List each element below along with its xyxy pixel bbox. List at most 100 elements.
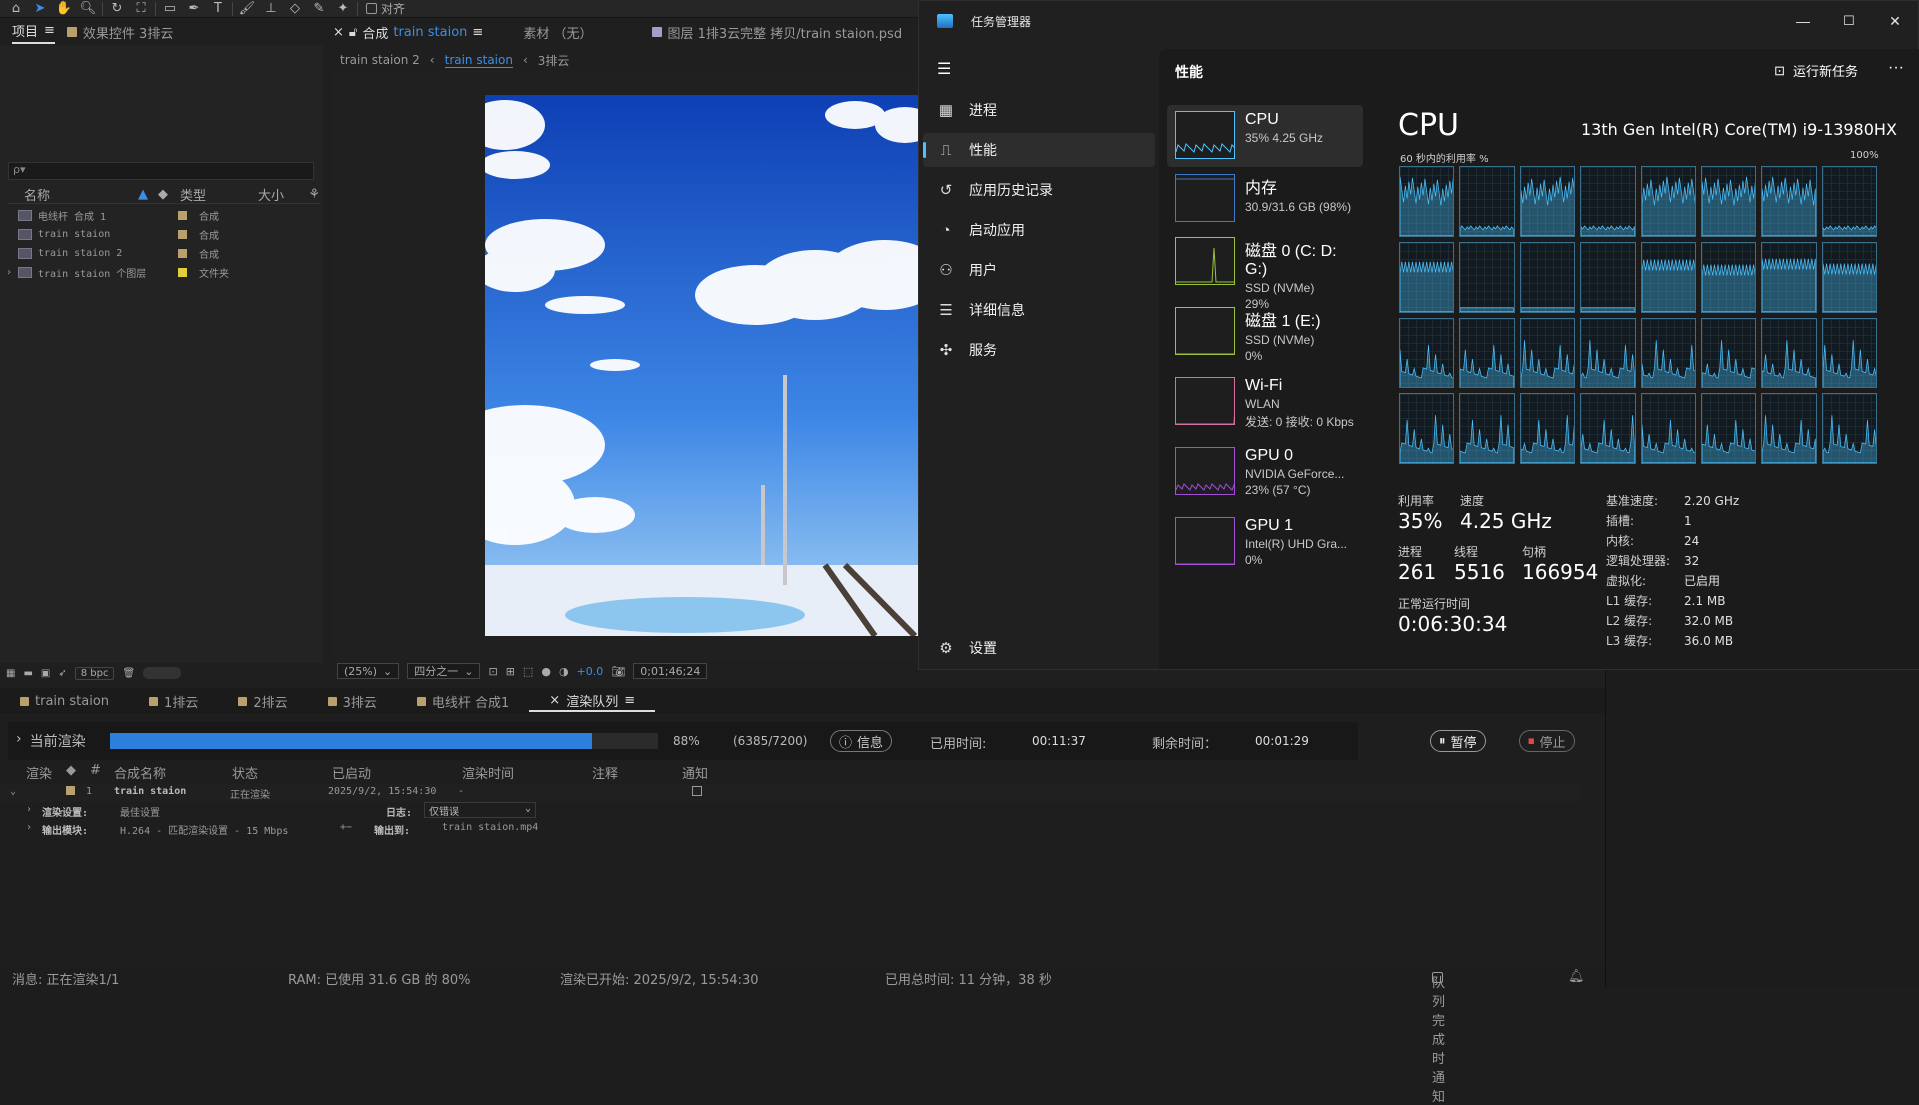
run-new-task-button[interactable]: ⊡ 运行新任务 (1774, 61, 1858, 80)
nav-item[interactable]: ⚇ 用户 (923, 253, 1155, 287)
project-item[interactable]: › train staion 个图层 文件夹 (0, 263, 323, 282)
exposure-value[interactable]: +0.0 (577, 665, 604, 678)
nav-item[interactable]: ▦ 进程 (923, 93, 1155, 127)
thumbnail-slider[interactable] (143, 667, 182, 679)
tab-timeline[interactable]: 3排云 (308, 692, 397, 711)
pen-tool-icon[interactable]: ✒ (184, 1, 204, 17)
pause-button[interactable]: ⏸ 暂停 (1430, 730, 1486, 752)
chevron-right-icon[interactable]: › (26, 822, 32, 833)
close-icon[interactable]: × (549, 693, 560, 708)
zoom-tool-icon[interactable]: 🔍︎ (78, 1, 98, 17)
tab-layer[interactable]: 图层 1排3云完整 拷贝/train staion.psd (652, 23, 902, 42)
tab-timeline[interactable]: 电线杆 合成1 (397, 692, 529, 711)
tab-composition[interactable]: × 🔓︎ 合成 train staion ≡ (333, 23, 483, 42)
align-checkbox[interactable]: 对齐 (366, 0, 405, 17)
rotate-tool-icon[interactable]: ↻ (107, 1, 127, 17)
menu-icon[interactable]: ≡ (44, 23, 55, 38)
tab-project[interactable]: 项目 ≡ (12, 21, 55, 44)
bpc-button[interactable]: 8 bpc (74, 666, 115, 680)
interpret-footage-icon[interactable]: ▦ (6, 668, 15, 679)
project-item[interactable]: 电线杆 合成 1 合成 (0, 206, 323, 225)
label-column-icon[interactable]: ◆ (158, 187, 180, 202)
puppet-tool-icon[interactable]: ✦ (333, 1, 353, 17)
timecode[interactable]: 0;01;46;24 (633, 663, 708, 679)
tab-effect-controls[interactable]: 效果控件 3排云 (66, 23, 173, 42)
new-comp-icon[interactable]: ▣ (41, 668, 50, 679)
bell-icon[interactable]: 🔔︎ (1568, 969, 1585, 984)
tab-timeline[interactable]: train staion (0, 694, 129, 709)
maximize-icon[interactable]: ☐ (1826, 13, 1872, 29)
breadcrumb-item[interactable]: train staion 2 (340, 53, 420, 67)
nav-item[interactable]: ⎍ 性能 (923, 133, 1155, 167)
resolution-select[interactable]: 四分之一 ⌄ (407, 663, 481, 679)
stamp-tool-icon[interactable]: ⊥ (261, 1, 281, 17)
lock-icon[interactable]: 🔓︎ (349, 25, 357, 40)
column-size[interactable]: 大小 (258, 185, 298, 204)
log-select[interactable]: 仅错误 ⌄ (424, 802, 536, 818)
breadcrumb-item[interactable]: 3排云 (538, 52, 570, 69)
resource-card[interactable]: GPU 0 NVIDIA GeForce... 23% (57 °C) (1167, 441, 1363, 503)
menu-icon[interactable]: ≡ (624, 693, 635, 708)
render-icon[interactable]: ➶ (58, 668, 66, 679)
shape-tool-icon[interactable]: ▭ (160, 1, 180, 17)
col-comp[interactable]: 合成名称 (114, 763, 166, 782)
home-icon[interactable]: ⌂ (6, 1, 26, 17)
sort-asc-icon[interactable]: ▲ (138, 187, 158, 202)
add-icon[interactable]: +− (340, 822, 352, 833)
nav-item[interactable]: ↺ 应用历史记录 (923, 173, 1155, 207)
col-num[interactable]: # (90, 763, 101, 778)
resource-card[interactable]: 磁盘 1 (E:) SSD (NVMe) 0% (1167, 301, 1363, 363)
new-folder-icon[interactable]: ▬ (23, 668, 32, 679)
eraser-tool-icon[interactable]: ◇ (285, 1, 305, 17)
output-module-value[interactable]: H.264 - 匹配渲染设置 - 15 Mbps (120, 822, 288, 837)
notify-checkbox[interactable] (692, 786, 702, 796)
nav-item[interactable]: ☰ 详细信息 (923, 293, 1155, 327)
col-comment[interactable]: 注释 (592, 763, 618, 782)
project-search-input[interactable]: ρ▾ (8, 162, 314, 180)
column-type[interactable]: 类型 (180, 185, 258, 204)
output-to-value[interactable]: train staion.mp4 (442, 822, 538, 833)
current-render-label[interactable]: › 当前渲染 (16, 731, 86, 751)
flowchart-icon[interactable]: ⚘ (308, 187, 320, 202)
col-render[interactable]: 渲染 (26, 763, 52, 782)
region-icon[interactable]: ⊡ (488, 665, 497, 678)
trash-icon[interactable]: 🗑︎ (122, 668, 135, 679)
nav-item[interactable]: ✣ 服务 (923, 333, 1155, 367)
resource-card[interactable]: 内存 30.9/31.6 GB (98%) (1167, 168, 1363, 230)
label-column-icon[interactable]: ◆ (66, 763, 76, 778)
queue-row[interactable]: ⌄ 1 train staion 正在渲染 2025/9/2, 15:54:30… (0, 784, 1580, 802)
exposure-icon[interactable]: ◑ (559, 665, 569, 678)
project-item[interactable]: train staion 合成 (0, 225, 323, 244)
type-tool-icon[interactable]: T (208, 1, 228, 17)
tab-footage[interactable]: 素材 （无） (523, 23, 592, 42)
project-item[interactable]: train staion 2 合成 (0, 244, 323, 263)
resource-card[interactable]: GPU 1 Intel(R) UHD Gra... 0% (1167, 511, 1363, 573)
hamburger-icon[interactable]: ☰ (937, 59, 951, 79)
settings-nav[interactable]: ⚙ 设置 (923, 631, 1155, 665)
col-notify[interactable]: 通知 (682, 763, 708, 782)
info-button[interactable]: ⓘ 信息 (830, 730, 893, 752)
mask-icon[interactable]: ⬚ (523, 665, 533, 678)
col-status[interactable]: 状态 (232, 763, 258, 782)
nav-item[interactable]: ◔ 启动应用 (923, 213, 1155, 247)
tab-timeline[interactable]: × 渲染队列 ≡ (529, 691, 656, 712)
stop-button[interactable]: ⏹ 停止 (1519, 730, 1575, 752)
render-settings-value[interactable]: 最佳设置 (120, 804, 160, 819)
chevron-right-icon[interactable]: › (26, 804, 32, 815)
col-render-time[interactable]: 渲染时间 (462, 763, 514, 782)
chevron-right-icon[interactable]: › (6, 267, 12, 278)
menu-icon[interactable]: ≡ (472, 25, 483, 40)
channel-icon[interactable]: ● (541, 665, 551, 678)
zoom-select[interactable]: (25%) ⌄ (337, 663, 400, 679)
grid-icon[interactable]: ⊞ (506, 665, 515, 678)
column-name[interactable]: 名称 (8, 185, 138, 204)
col-started[interactable]: 已启动 (332, 763, 371, 782)
tab-timeline[interactable]: 1排云 (129, 692, 218, 711)
breadcrumb-item[interactable]: train staion (444, 53, 513, 68)
snapshot-icon[interactable]: 📷︎ (611, 665, 625, 678)
minimize-icon[interactable]: — (1780, 13, 1826, 29)
close-icon[interactable]: ✕ (1872, 13, 1918, 30)
close-icon[interactable]: × (333, 25, 344, 40)
resource-card[interactable]: 磁盘 0 (C: D: G:) SSD (NVMe) 29% (1167, 231, 1363, 311)
more-options-icon[interactable]: ··· (1888, 59, 1904, 77)
